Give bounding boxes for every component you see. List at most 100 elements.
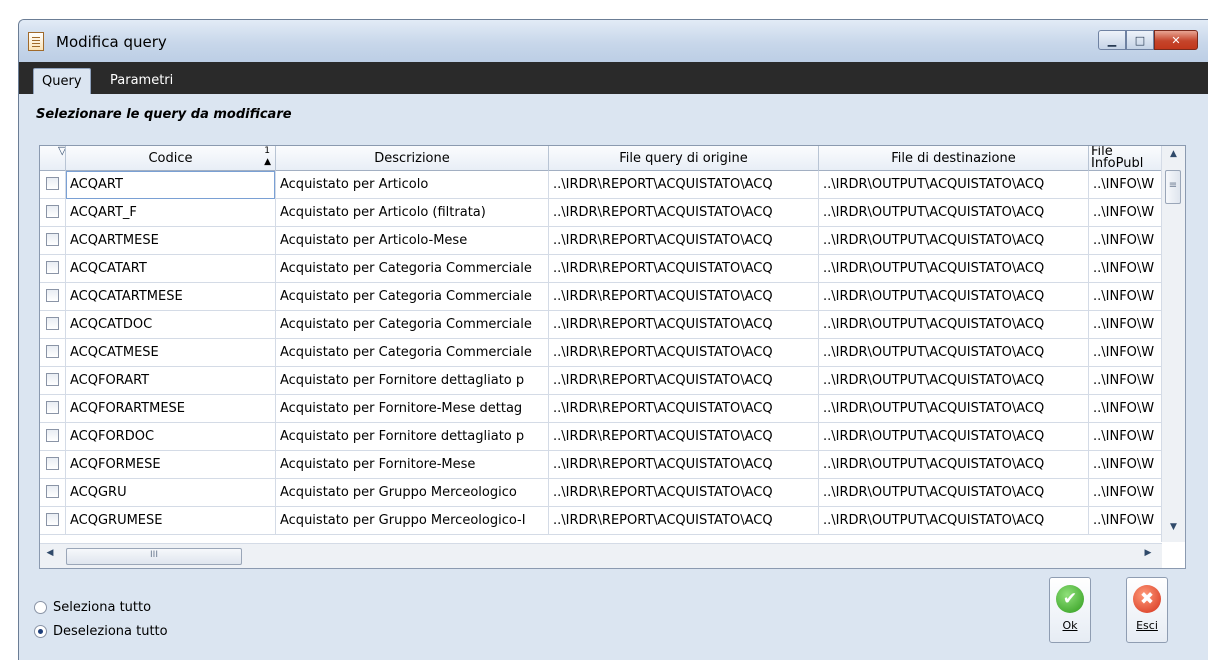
cell-file-info[interactable]: ..\INFO\W: [1089, 171, 1162, 199]
checkbox[interactable]: [46, 485, 59, 498]
cell-descrizione[interactable]: Acquistato per Fornitore dettagliato p: [276, 423, 549, 451]
esci-button[interactable]: ✖ Esci: [1126, 577, 1168, 643]
cell-descrizione[interactable]: Acquistato per Categoria Commerciale: [276, 339, 549, 367]
cell-file-origine[interactable]: ..\IRDR\REPORT\ACQUISTATO\ACQ: [549, 367, 819, 395]
cell-file-origine[interactable]: ..\IRDR\REPORT\ACQUISTATO\ACQ: [549, 227, 819, 255]
cell-file-info[interactable]: ..\INFO\W: [1089, 339, 1162, 367]
minimize-button[interactable]: ▁: [1098, 30, 1126, 50]
cell-file-destinazione[interactable]: ..\IRDR\OUTPUT\ACQUISTATO\ACQ: [819, 479, 1089, 507]
cell-file-origine[interactable]: ..\IRDR\REPORT\ACQUISTATO\ACQ: [549, 311, 819, 339]
row-checkbox[interactable]: [40, 479, 66, 507]
radio-select-all-circle[interactable]: [34, 600, 47, 614]
header-file-destinazione[interactable]: File di destinazione: [819, 146, 1089, 171]
cell-descrizione[interactable]: Acquistato per Categoria Commerciale: [276, 283, 549, 311]
cell-codice[interactable]: ACQFORART: [66, 367, 276, 395]
table-row[interactable]: ACQGRUMESE Acquistato per Gruppo Merceolo…: [40, 507, 1162, 535]
close-button[interactable]: ✕: [1154, 30, 1198, 50]
row-checkbox[interactable]: [40, 171, 66, 199]
row-checkbox[interactable]: [40, 367, 66, 395]
checkbox[interactable]: [46, 345, 59, 358]
cell-descrizione[interactable]: Acquistato per Categoria Commerciale: [276, 311, 549, 339]
table-row[interactable]: ACQFORDOC Acquistato per Fornitore dettag…: [40, 423, 1162, 451]
cell-file-destinazione[interactable]: ..\IRDR\OUTPUT\ACQUISTATO\ACQ: [819, 227, 1089, 255]
checkbox[interactable]: [46, 457, 59, 470]
cell-file-info[interactable]: ..\INFO\W: [1089, 311, 1162, 339]
header-checkbox-column[interactable]: ▽: [40, 146, 66, 171]
cell-codice[interactable]: ACQCATMESE: [66, 339, 276, 367]
cell-file-destinazione[interactable]: ..\IRDR\OUTPUT\ACQUISTATO\ACQ: [819, 283, 1089, 311]
checkbox[interactable]: [46, 233, 59, 246]
scroll-left-icon[interactable]: ◀: [40, 548, 60, 566]
cell-file-destinazione[interactable]: ..\IRDR\OUTPUT\ACQUISTATO\ACQ: [819, 171, 1089, 199]
header-file-origine[interactable]: File query di origine: [549, 146, 819, 171]
cell-file-destinazione[interactable]: ..\IRDR\OUTPUT\ACQUISTATO\ACQ: [819, 311, 1089, 339]
cell-file-info[interactable]: ..\INFO\W: [1089, 395, 1162, 423]
cell-codice[interactable]: ACQART: [66, 171, 276, 199]
horizontal-scrollbar[interactable]: ◀ III ▶: [40, 543, 1162, 568]
checkbox[interactable]: [46, 177, 59, 190]
scroll-up-icon[interactable]: ▲: [1162, 149, 1185, 169]
cell-descrizione[interactable]: Acquistato per Fornitore-Mese: [276, 451, 549, 479]
row-checkbox[interactable]: [40, 507, 66, 535]
cell-codice[interactable]: ACQGRUMESE: [66, 507, 276, 535]
checkbox[interactable]: [46, 401, 59, 414]
radio-deselect-all-circle[interactable]: [34, 624, 47, 638]
row-checkbox[interactable]: [40, 255, 66, 283]
cell-file-destinazione[interactable]: ..\IRDR\OUTPUT\ACQUISTATO\ACQ: [819, 423, 1089, 451]
cell-file-origine[interactable]: ..\IRDR\REPORT\ACQUISTATO\ACQ: [549, 395, 819, 423]
scroll-right-icon[interactable]: ▶: [1138, 548, 1158, 566]
vertical-scroll-thumb[interactable]: ≡: [1165, 170, 1181, 204]
radio-deselect-all[interactable]: Deseleziona tutto: [34, 620, 168, 642]
title-bar[interactable]: Modifica query ▁ □ ✕: [19, 20, 1208, 62]
cell-file-origine[interactable]: ..\IRDR\REPORT\ACQUISTATO\ACQ: [549, 423, 819, 451]
cell-file-info[interactable]: ..\INFO\W: [1089, 451, 1162, 479]
table-row[interactable]: ACQCATMESE Acquistato per Categoria Comme…: [40, 339, 1162, 367]
cell-codice[interactable]: ACQCATDOC: [66, 311, 276, 339]
checkbox[interactable]: [46, 289, 59, 302]
cell-descrizione[interactable]: Acquistato per Articolo: [276, 171, 549, 199]
cell-file-destinazione[interactable]: ..\IRDR\OUTPUT\ACQUISTATO\ACQ: [819, 255, 1089, 283]
cell-codice[interactable]: ACQFORARTMESE: [66, 395, 276, 423]
scroll-down-icon[interactable]: ▼: [1162, 522, 1185, 542]
row-checkbox[interactable]: [40, 227, 66, 255]
checkbox[interactable]: [46, 373, 59, 386]
table-row[interactable]: ACQFORART Acquistato per Fornitore dettag…: [40, 367, 1162, 395]
cell-codice[interactable]: ACQFORMESE: [66, 451, 276, 479]
tab-parametri[interactable]: Parametri: [102, 68, 181, 94]
cell-descrizione[interactable]: Acquistato per Fornitore dettagliato p: [276, 367, 549, 395]
table-row[interactable]: ACQFORARTMESE Acquistato per Fornitore-Me…: [40, 395, 1162, 423]
cell-descrizione[interactable]: Acquistato per Articolo-Mese: [276, 227, 549, 255]
header-descrizione[interactable]: Descrizione: [276, 146, 549, 171]
cell-file-origine[interactable]: ..\IRDR\REPORT\ACQUISTATO\ACQ: [549, 507, 819, 535]
maximize-button[interactable]: □: [1126, 30, 1154, 50]
checkbox[interactable]: [46, 261, 59, 274]
cell-file-destinazione[interactable]: ..\IRDR\OUTPUT\ACQUISTATO\ACQ: [819, 507, 1089, 535]
row-checkbox[interactable]: [40, 199, 66, 227]
row-checkbox[interactable]: [40, 423, 66, 451]
cell-codice[interactable]: ACQCATART: [66, 255, 276, 283]
cell-file-destinazione[interactable]: ..\IRDR\OUTPUT\ACQUISTATO\ACQ: [819, 395, 1089, 423]
header-codice[interactable]: Codice 1 ▲: [66, 146, 276, 171]
cell-file-origine[interactable]: ..\IRDR\REPORT\ACQUISTATO\ACQ: [549, 171, 819, 199]
cell-file-origine[interactable]: ..\IRDR\REPORT\ACQUISTATO\ACQ: [549, 255, 819, 283]
cell-descrizione[interactable]: Acquistato per Fornitore-Mese dettag: [276, 395, 549, 423]
table-row[interactable]: ACQART_F Acquistato per Articolo (filtrat…: [40, 199, 1162, 227]
cell-descrizione[interactable]: Acquistato per Gruppo Merceologico-I: [276, 507, 549, 535]
cell-codice[interactable]: ACQARTMESE: [66, 227, 276, 255]
cell-codice[interactable]: ACQCATARTMESE: [66, 283, 276, 311]
header-file-info[interactable]: File InfoPubl: [1089, 146, 1162, 171]
cell-file-info[interactable]: ..\INFO\W: [1089, 255, 1162, 283]
cell-file-origine[interactable]: ..\IRDR\REPORT\ACQUISTATO\ACQ: [549, 339, 819, 367]
cell-file-destinazione[interactable]: ..\IRDR\OUTPUT\ACQUISTATO\ACQ: [819, 451, 1089, 479]
table-row[interactable]: ACQCATARTMESE Acquistato per Categoria Co…: [40, 283, 1162, 311]
cell-file-info[interactable]: ..\INFO\W: [1089, 199, 1162, 227]
cell-file-info[interactable]: ..\INFO\W: [1089, 227, 1162, 255]
cell-file-origine[interactable]: ..\IRDR\REPORT\ACQUISTATO\ACQ: [549, 451, 819, 479]
row-checkbox[interactable]: [40, 311, 66, 339]
table-row[interactable]: ACQCATDOC Acquistato per Categoria Commer…: [40, 311, 1162, 339]
row-checkbox[interactable]: [40, 451, 66, 479]
cell-file-destinazione[interactable]: ..\IRDR\OUTPUT\ACQUISTATO\ACQ: [819, 199, 1089, 227]
cell-file-info[interactable]: ..\INFO\W: [1089, 367, 1162, 395]
radio-select-all[interactable]: Seleziona tutto: [34, 596, 168, 618]
cell-file-origine[interactable]: ..\IRDR\REPORT\ACQUISTATO\ACQ: [549, 199, 819, 227]
